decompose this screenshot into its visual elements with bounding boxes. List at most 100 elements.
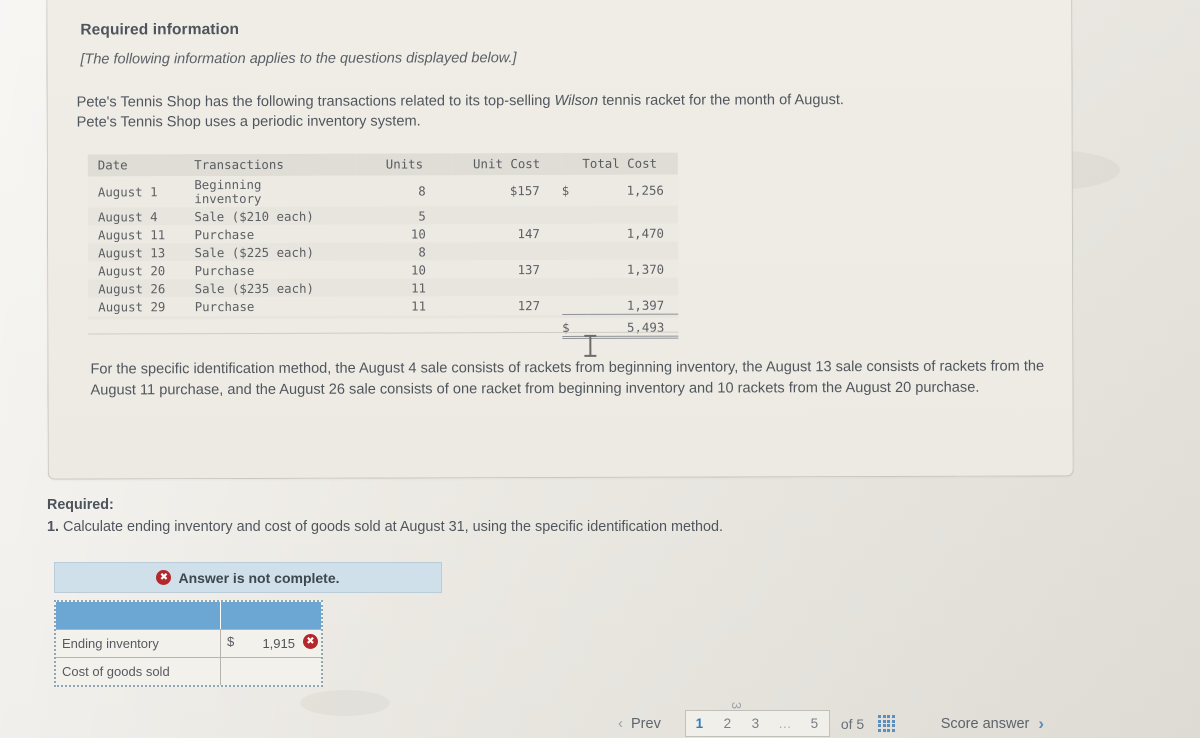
cell-unit-cost: 127 [517,297,541,313]
table-row: August 4 Sale ($210 each) 5 [87,205,678,226]
total-spacer-3 [358,318,452,338]
cell-transaction: Beginning inventory [194,176,262,206]
specific-identification-paragraph: For the specific identification method, … [90,358,1045,398]
page-button-1[interactable]: 1 [686,711,714,736]
prev-button[interactable]: Prev [629,714,671,734]
cell-dollar-sign [562,224,587,242]
answer-row[interactable]: Ending inventory $1,915 ✖ [56,629,321,658]
cell-transaction: Purchase [194,262,255,278]
page-count-label: of 5 [840,715,865,732]
transactions-table: Date Transactions Units Unit Cost Total … [87,152,679,341]
answer-row-label: Ending inventory [56,629,221,658]
cell-units: 11 [411,298,427,314]
cell-date: August 29 [98,298,166,315]
table-row: August 1 Beginning inventory 8 $157 $1,256 [87,174,678,208]
page-button-5[interactable]: 5 [801,711,829,736]
cell-total-cost: 1,470 [626,225,665,241]
cell-date: August 4 [97,208,158,224]
cell-transaction: Sale ($225 each) [194,244,314,260]
cell-date: August 1 [97,184,158,200]
next-chevron-icon[interactable]: › [1038,714,1044,734]
answer-row-input[interactable] [221,658,322,686]
table-total-row: $5,493 [88,317,679,339]
page-button-2[interactable]: 2 [714,711,742,736]
cell-dollar-sign [562,295,587,315]
cell-units: 5 [418,207,426,223]
cell-unit-cost [452,206,562,224]
cell-total-cost [587,242,678,260]
cell-total-cost [587,206,678,224]
required-information-card: Required information [The following info… [46,0,1074,480]
cell-total-cost: 1,256 [626,182,664,198]
cell-units: 10 [410,261,426,277]
cell-dollar-sign [562,260,587,278]
photo-smudge [300,690,390,716]
answer-row-input[interactable]: $1,915 ✖ [220,629,321,658]
column-header-date: Date [87,154,195,177]
cell-unit-cost: $157 [509,183,540,199]
table-header-row: Date Transactions Units Unit Cost Total … [87,152,678,177]
answer-row[interactable]: Cost of goods sold [56,657,322,686]
cell-dollar-sign: $ [561,182,570,198]
cell-date: August 13 [98,244,166,260]
total-spacer-1 [88,319,195,339]
cell-transaction: Purchase [194,298,255,314]
answer-table[interactable]: Ending inventory $1,915 ✖ Cost of goods sol… [54,600,323,687]
cell-transaction: Sale ($210 each) [194,208,314,224]
grid-view-icon[interactable] [878,715,895,732]
pagination[interactable]: 3 1 2 3 … 5 [684,702,830,737]
table-row: August 29 Purchase 11 127 1,397 [88,295,679,316]
answer-dollar-sign: $ [227,634,235,649]
cell-units: 8 [418,243,426,259]
table-row: August 20 Purchase 10 137 1,370 [88,259,679,280]
total-dollar-sign: $ [562,317,588,338]
cell-units: 11 [411,279,427,295]
cell-unit-cost [452,242,562,260]
table-row: August 13 Sale ($225 each) 8 [88,241,679,262]
total-spacer-4 [452,318,562,338]
bottom-navigation: ‹ Prev 3 1 2 3 … 5 of 5 Score answer › [612,702,1044,737]
page-ellipsis: … [778,716,792,731]
cell-total-cost [587,278,678,296]
intro-text-part1: Pete's Tennis Shop has the following tra… [76,93,555,111]
page-button-3[interactable]: 3 [742,711,770,736]
answer-status-text: Answer is not complete. [178,569,340,586]
cell-transaction: Purchase [194,226,255,242]
column-header-units: Units [357,153,452,176]
total-spacer-2 [195,319,358,339]
table-row: August 11 Purchase 10 147 1,470 [87,223,679,244]
answer-row-label: Cost of goods sold [56,657,221,685]
brand-name-wilson: Wilson [554,92,599,110]
cell-units: 10 [410,225,426,241]
page-title: Required information [80,21,240,39]
required-question-1: 1. Calculate ending inventory and cost o… [47,519,723,535]
column-header-transactions: Transactions [194,153,358,177]
cell-total-cost: 1,397 [586,295,679,315]
cell-unit-cost: 137 [517,261,540,277]
cell-units: 8 [418,183,426,199]
total-value: 5,493 [586,317,679,338]
cell-dollar-sign [562,206,587,224]
cell-date: August 11 [97,226,166,242]
cell-date: August 26 [98,280,166,296]
cell-dollar-sign [562,242,587,260]
cell-transaction: Sale ($235 each) [194,280,315,296]
intro-text-line2: Pete's Tennis Shop uses a periodic inven… [76,113,421,131]
score-answer-button[interactable]: Score answer [941,716,1030,732]
answer-header-label-cell [56,602,221,630]
intro-paragraph: Pete's Tennis Shop has the following tra… [77,90,1037,133]
column-header-total-cost: Total Cost [561,152,678,175]
required-information-note: [The following information applies to th… [80,50,517,68]
pagination-ghost-label: 3 [728,701,744,710]
required-question-text: Calculate ending inventory and cost of g… [59,519,724,535]
cell-total-cost: 1,370 [626,261,665,277]
cell-date: August 20 [98,262,166,278]
cell-unit-cost [452,278,562,296]
required-label: Required: [47,497,114,513]
intro-text-part2: tennis racket for the month of August. [598,92,844,109]
answer-header-value-cell [220,602,321,630]
error-x-icon: ✖ [156,570,172,585]
prev-chevron-icon[interactable]: ‹ [612,715,629,732]
answer-status-banner: ✖ Answer is not complete. [54,562,442,593]
required-question-number: 1. [47,519,60,535]
